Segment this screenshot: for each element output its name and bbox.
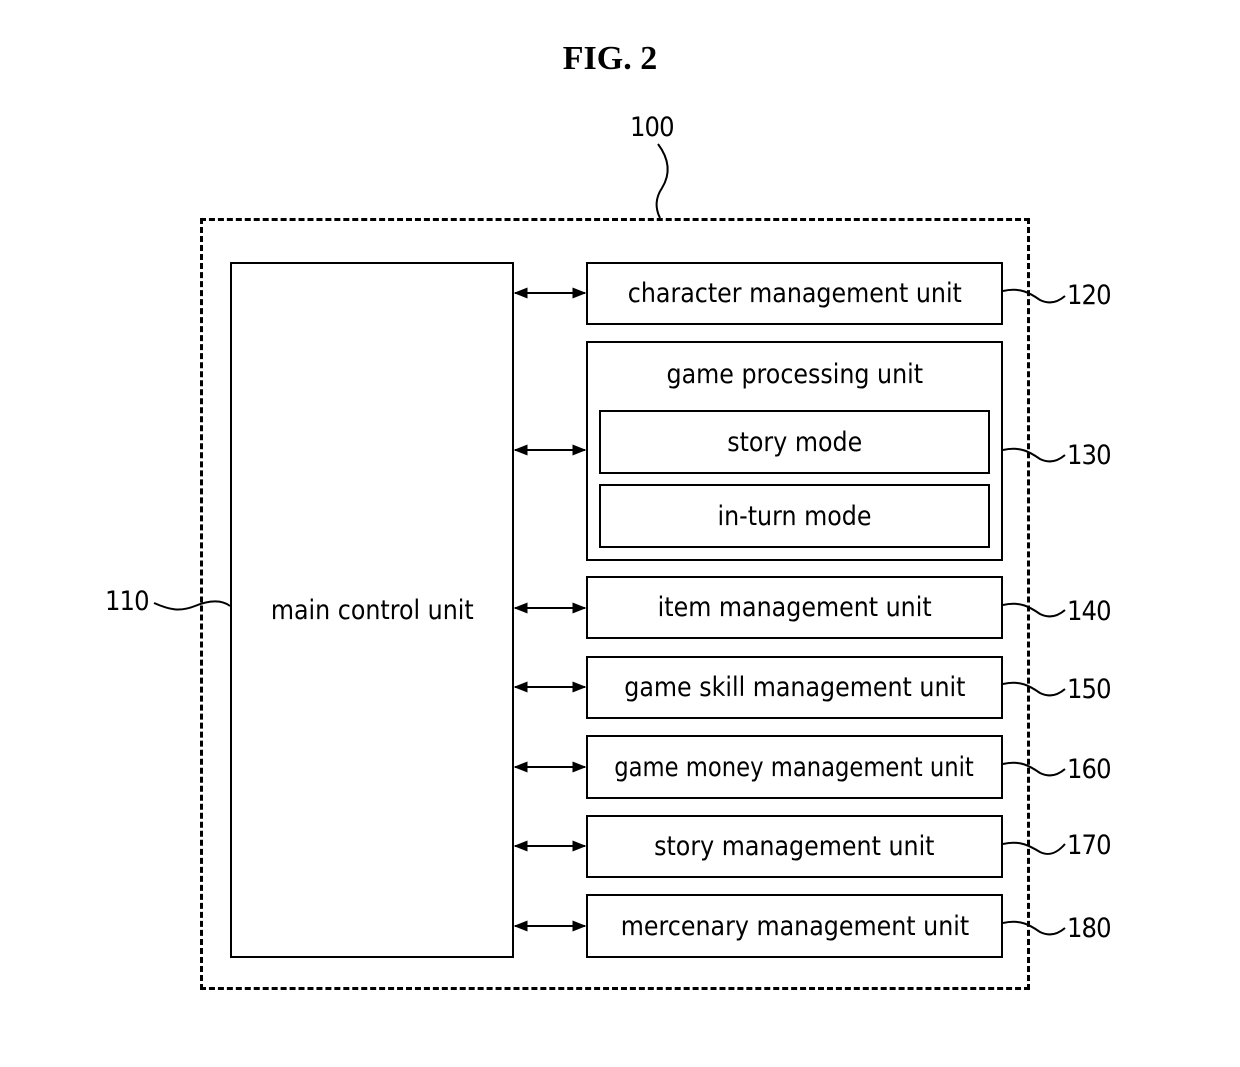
game-skill-management-unit-label: game skill management unit xyxy=(623,672,966,703)
ref-label-120: 120 xyxy=(1067,280,1112,311)
ref-label-150: 150 xyxy=(1067,674,1112,705)
character-management-unit-box: character management unit xyxy=(586,262,1003,325)
mercenary-management-unit-box: mercenary management unit xyxy=(586,894,1003,958)
in-turn-mode-box: in-turn mode xyxy=(599,484,990,548)
game-skill-management-unit-box: game skill management unit xyxy=(586,656,1003,719)
story-mode-box: story mode xyxy=(599,410,990,474)
ref-label-170: 170 xyxy=(1067,830,1112,861)
leader-line-100 xyxy=(655,143,669,219)
story-management-unit-box: story management unit xyxy=(586,815,1003,878)
story-mode-label: story mode xyxy=(727,426,862,458)
game-money-management-unit-box: game money management unit xyxy=(586,735,1003,799)
game-processing-unit-label: game processing unit xyxy=(666,359,923,390)
main-control-unit-box: main control unit xyxy=(230,262,514,958)
item-management-unit-label: item management unit xyxy=(657,592,932,623)
ref-label-100: 100 xyxy=(630,112,675,143)
mercenary-management-unit-label: mercenary management unit xyxy=(620,910,969,942)
character-management-unit-label: character management unit xyxy=(627,278,962,309)
story-management-unit-label: story management unit xyxy=(654,831,935,862)
ref-label-130: 130 xyxy=(1067,440,1112,471)
ref-label-180: 180 xyxy=(1067,913,1112,944)
ref-label-140: 140 xyxy=(1067,596,1112,627)
ref-label-160: 160 xyxy=(1067,754,1112,785)
figure-title: FIG. 2 xyxy=(562,40,658,77)
main-control-unit-label: main control unit xyxy=(270,594,474,626)
game-money-management-unit-label: game money management unit xyxy=(614,751,975,783)
ref-label-110: 110 xyxy=(105,586,150,617)
in-turn-mode-label: in-turn mode xyxy=(717,500,872,532)
item-management-unit-box: item management unit xyxy=(586,576,1003,639)
